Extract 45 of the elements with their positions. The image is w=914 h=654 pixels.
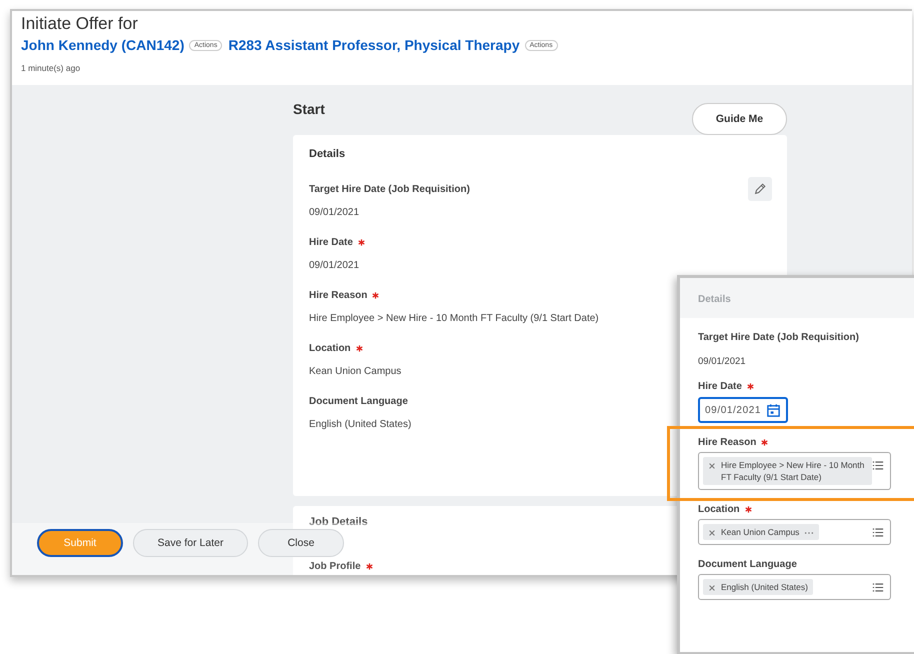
field-label: Hire Date bbox=[698, 381, 742, 392]
worker-link[interactable]: R283 Assistant Professor, Physical Therapy bbox=[228, 37, 520, 53]
field-label: Job Profile bbox=[309, 561, 361, 572]
card-title: Details bbox=[309, 148, 346, 160]
field-value: 09/01/2021 bbox=[698, 356, 747, 367]
chip-text: Kean Union Campus bbox=[721, 526, 800, 538]
field-value: 09/01/2021 bbox=[309, 207, 360, 220]
list-icon[interactable] bbox=[872, 527, 884, 538]
remove-icon[interactable] bbox=[708, 462, 716, 470]
field-value: Hire Employee > New Hire - 10 Month FT Faculty (9/1 Start Date) bbox=[309, 313, 600, 326]
field-label: Location bbox=[309, 342, 351, 354]
chip-text: Hire Employee > New Hire - 10 Month FT Faculty (9/1 Start Date) bbox=[721, 459, 866, 483]
more-icon[interactable] bbox=[804, 531, 814, 535]
field-label: Document Language bbox=[698, 559, 797, 570]
field-label: Document Language bbox=[309, 396, 408, 406]
field-label: Hire Reason bbox=[698, 437, 756, 448]
chip-text: English (United States) bbox=[721, 581, 808, 593]
page-title: Initiate Offer for bbox=[21, 13, 139, 35]
calendar-icon[interactable] bbox=[766, 402, 781, 418]
remove-icon[interactable] bbox=[708, 584, 716, 592]
remove-icon[interactable] bbox=[708, 529, 716, 537]
field-label: Hire Reason bbox=[309, 290, 368, 300]
multiselect-field[interactable]: English (United States) bbox=[698, 574, 891, 600]
multiselect-field[interactable]: Kean Union Campus bbox=[698, 519, 891, 545]
field-value: English (United States) bbox=[309, 419, 412, 432]
multiselect-field[interactable]: Hire Employee > New Hire - 10 Month FT Faculty (9/1 Start Date) bbox=[698, 452, 891, 490]
panel-title: Details bbox=[680, 278, 914, 318]
field-label: Hire Date bbox=[309, 236, 353, 248]
guide-me-button[interactable]: Guide Me bbox=[692, 103, 787, 135]
footer-button[interactable]: Save for Later bbox=[133, 529, 248, 557]
timestamp: 1 minute(s) ago bbox=[21, 63, 82, 73]
field-label: Target Hire Date (Job Requisition) bbox=[698, 332, 859, 343]
footer-button[interactable]: Close bbox=[258, 529, 344, 557]
section-title: Start bbox=[293, 101, 325, 117]
pencil-icon bbox=[753, 182, 767, 196]
card-title: Job Details bbox=[309, 516, 369, 528]
field-value: 09/01/2021 bbox=[309, 260, 360, 273]
worker-link[interactable]: John Kennedy (CAN142) bbox=[21, 37, 184, 53]
edit-button[interactable] bbox=[748, 177, 772, 201]
list-icon[interactable] bbox=[872, 582, 884, 593]
list-icon[interactable] bbox=[872, 460, 884, 471]
field-label: Location bbox=[698, 504, 740, 515]
field-label: Target Hire Date (Job Requisition) bbox=[309, 184, 470, 194]
field-value: Kean Union Campus bbox=[309, 366, 402, 379]
date-input[interactable]: 09/01/2021 bbox=[698, 397, 788, 423]
